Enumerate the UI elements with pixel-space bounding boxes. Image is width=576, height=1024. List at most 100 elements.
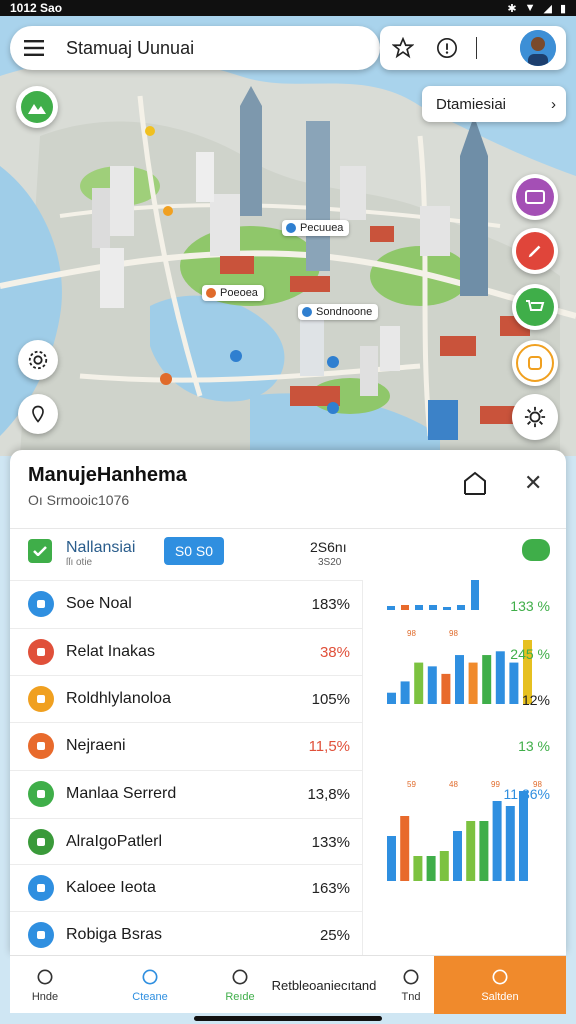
details-sheet: ManujeHanhema Oı Srmooic1076 ✕ Nallansia…: [10, 450, 566, 955]
metrics-chart-svg: 93989859489998: [387, 499, 542, 881]
summary-sub: ſſı otie: [66, 557, 93, 568]
comparison-value: 133 %: [510, 598, 550, 614]
cart-icon: [516, 288, 554, 326]
list-item-name: AlraIgoPatlerl: [66, 833, 163, 850]
info-icon: [437, 38, 457, 58]
bottom-nav: Hnde Cteane Reıde Retbleoaniecıtand Tnd Saltd…: [10, 955, 566, 1014]
nav-label: Tnd: [401, 991, 421, 1003]
chart-bar: [466, 821, 476, 881]
poi-category-button[interactable]: [512, 228, 558, 274]
bluetooth-icon: ✱: [507, 2, 517, 15]
map-canvas: [0, 16, 576, 456]
nav-item[interactable]: Tnd: [388, 956, 434, 1014]
chart-bar: [387, 692, 396, 704]
list-item[interactable]: Nejraeni 11,5%: [10, 722, 362, 769]
list-item-name: Nejraeni: [66, 737, 126, 754]
list-item[interactable]: Relat Inakas 38%: [10, 628, 362, 675]
check-icon: [28, 539, 52, 563]
chart-bar: [387, 606, 395, 610]
nav-label: Retbleoaniecıtand: [271, 977, 377, 993]
close-button[interactable]: ✕: [524, 470, 542, 496]
mountain-icon: [21, 91, 53, 123]
comparison-value: 13 %: [518, 738, 550, 754]
chart-bar: [441, 673, 451, 704]
bulb-icon: [28, 686, 54, 712]
layers-button[interactable]: [18, 394, 58, 434]
list-item[interactable]: Roldhlylanoloa 105%: [10, 675, 362, 722]
nav-item[interactable]: Reıde: [220, 956, 260, 1014]
poi-category-button[interactable]: [512, 174, 558, 220]
menu-button[interactable]: [16, 30, 52, 66]
comparison-value: 11,36%: [503, 786, 550, 802]
map-label-poi[interactable]: Pecuuea: [282, 220, 350, 236]
list-item[interactable]: Manlaa Serrerd 13,8%: [10, 770, 362, 817]
nav-label: Saltden: [481, 991, 519, 1003]
chart-bar: [426, 856, 436, 881]
search-icon: [492, 969, 508, 985]
list-item[interactable]: Robiga Bsras 25%: [10, 911, 362, 955]
save-place-button[interactable]: [462, 470, 488, 501]
list-item[interactable]: Kaloee Ieota 163%: [10, 864, 362, 911]
chart-bar: [415, 605, 423, 610]
nav-label: Cteane: [132, 991, 168, 1003]
avatar[interactable]: [518, 28, 558, 68]
poi-category-button[interactable]: [512, 394, 558, 440]
destination-card[interactable]: Dtamiesiai ›: [422, 86, 566, 122]
chart-data-label: 59: [407, 780, 416, 789]
home-indicator: [194, 1016, 382, 1021]
tag-icon: [28, 639, 54, 665]
chart-bar: [400, 681, 410, 704]
sun-icon: [516, 398, 554, 436]
nav-item[interactable]: Hnde: [10, 956, 80, 1014]
list-item[interactable]: Soe Noal 183%: [10, 580, 362, 627]
list-item-value: 163%: [311, 879, 350, 897]
list-item[interactable]: AlraIgoPatlerl 133%: [10, 818, 362, 865]
chart-bar: [427, 666, 437, 704]
nav-label: Hnde: [31, 991, 59, 1003]
sheet-title: ManujeHanhema: [28, 464, 187, 486]
summary-value-secondary: 3S20: [318, 557, 342, 568]
divider: [476, 37, 477, 59]
chart-icon: [28, 591, 54, 617]
info-button[interactable]: [432, 33, 462, 63]
settings-button[interactable]: [18, 340, 58, 380]
destination-label: Dtamiesiai: [436, 95, 507, 113]
list-item-name: Manlaa Serrerd: [66, 785, 177, 802]
food-icon: [516, 344, 554, 382]
search-input[interactable]: Stamuaj Uunuai: [66, 38, 194, 59]
gear-icon: [28, 350, 48, 370]
poi-category-button[interactable]: [512, 340, 558, 386]
poi-category-button[interactable]: [512, 284, 558, 330]
wifi-icon: ▼: [524, 2, 536, 14]
list-item-name: Kaloee Ieota: [66, 879, 156, 896]
summary-value: 2S6nı: [310, 539, 347, 555]
location-app-button[interactable]: [16, 86, 58, 128]
city-map[interactable]: [0, 16, 576, 456]
comparison-value: 245 %: [510, 646, 550, 662]
summary-row[interactable]: Nallansiai ſſı otie S0 S0 2S6nı 3S20: [10, 528, 566, 580]
chart-bar: [400, 816, 410, 881]
search-bar[interactable]: Stamuaj Uunuai: [10, 26, 380, 70]
list-item-value: 13,8%: [307, 785, 350, 803]
user-avatar-icon: [520, 30, 556, 66]
comparison-value: 12%: [521, 692, 550, 708]
list-item-name: Soe Noal: [66, 595, 132, 612]
chart-bar: [479, 821, 489, 881]
summary-badge[interactable]: S0 S0: [164, 537, 224, 565]
nav-item[interactable]: Cteane: [80, 956, 220, 1014]
favorite-button[interactable]: [388, 33, 418, 63]
chart-bar: [455, 655, 464, 704]
nav-item[interactable]: Saltden: [434, 956, 566, 1014]
chart-bar: [439, 851, 449, 881]
pencil-icon: [516, 232, 554, 270]
system-icons: ✱ ▼ ◢ ▮: [507, 2, 566, 15]
top-actions: [380, 26, 566, 70]
summary-name: Nallansiai: [66, 539, 136, 556]
map-label-poi[interactable]: Sondnoone: [298, 304, 379, 320]
home-icon: [37, 969, 53, 985]
leaf-icon: [28, 781, 54, 807]
nav-item[interactable]: Retbleoaniecıtand: [260, 956, 388, 1014]
chart-data-label: 48: [449, 780, 458, 789]
chart-bar: [401, 605, 409, 610]
map-label-poi[interactable]: Poeoea: [202, 285, 264, 301]
